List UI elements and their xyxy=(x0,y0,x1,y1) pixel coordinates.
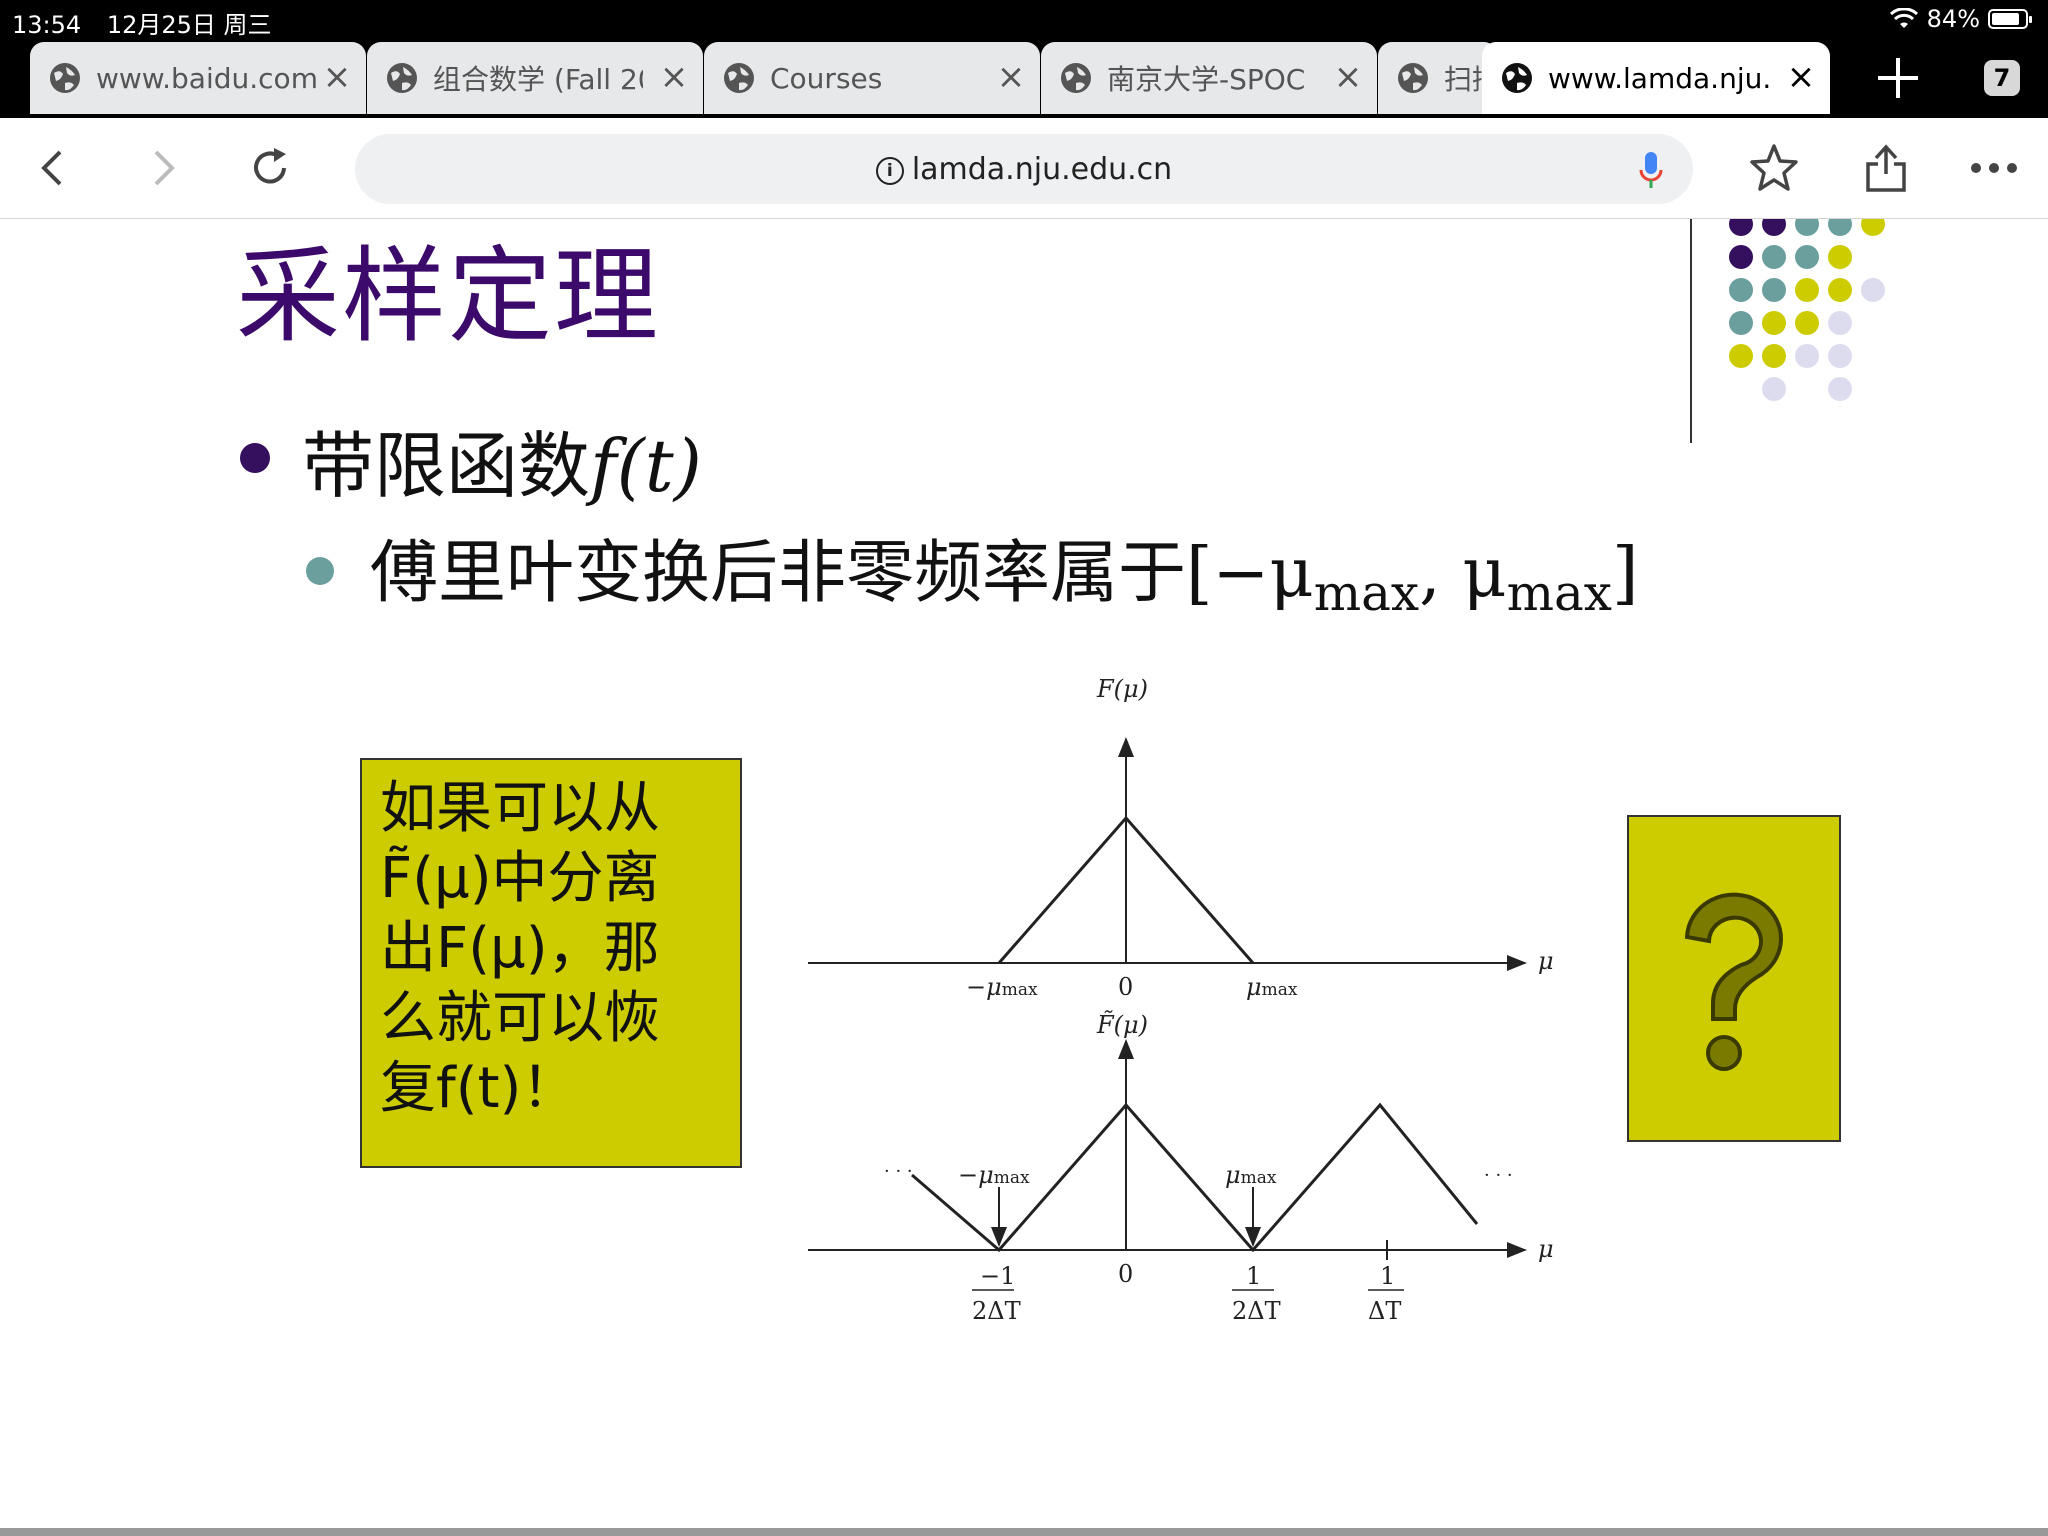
tick-neg-num: −1 xyxy=(980,1262,1015,1290)
close-icon[interactable]: × xyxy=(322,60,352,94)
box-line: 如果可以从 xyxy=(380,776,660,841)
tick-dT-num: 1 xyxy=(1380,1262,1395,1290)
bullet-dot xyxy=(240,443,270,473)
reload-icon[interactable] xyxy=(244,142,296,194)
tab-label: 南京大学-SPOC xyxy=(1107,63,1306,96)
globe-icon xyxy=(1061,63,1091,93)
close-icon[interactable]: × xyxy=(1333,60,1363,94)
box-line: 出F(μ)，那 xyxy=(380,916,660,981)
time-text: 13:54 xyxy=(12,11,82,39)
status-bar: 13:54 12月25日 周三 84% xyxy=(0,0,2048,40)
box-line: F̃(μ)中分离 xyxy=(380,846,660,911)
globe-icon xyxy=(1398,63,1428,93)
bookmark-star-icon[interactable] xyxy=(1748,142,1800,194)
fourier-spectrum-figure: F(μ) μ 0 −μmax μmax F̃(μ) μ 0 · · · · · … xyxy=(808,675,1554,1325)
forward-icon[interactable] xyxy=(136,142,188,194)
tick-pos-den: 2ΔT xyxy=(1232,1297,1281,1325)
bullet2-sub: max xyxy=(1313,564,1420,622)
tab-label: www.lamda.nju. xyxy=(1548,61,1770,95)
bottom-zero: 0 xyxy=(1118,1260,1133,1288)
tick-dT-den: ΔT xyxy=(1368,1297,1401,1325)
back-icon[interactable] xyxy=(28,142,80,194)
bullet-bandlimited: 带限函数f(t) xyxy=(302,407,702,512)
explanation-box: 如果可以从 F̃(μ)中分离 出F(μ)，那 么就可以恢 复f(t)！ xyxy=(360,758,742,1168)
top-pos-mumax: μmax xyxy=(1246,973,1298,1001)
top-y-label: F(μ) xyxy=(1096,675,1148,703)
info-icon[interactable]: i xyxy=(875,157,904,185)
bullet2-end: ] xyxy=(1611,534,1639,613)
slide-title: 采样定理 xyxy=(236,235,661,357)
bullet1-math: f(t) xyxy=(590,424,702,508)
question-box xyxy=(1627,815,1841,1142)
tick-pos-num: 1 xyxy=(1246,1262,1261,1290)
microphone-icon[interactable] xyxy=(1639,150,1663,190)
tab-count-button[interactable]: 7 xyxy=(1984,60,2020,96)
top-labels: F(μ) μ 0 −μmax μmax xyxy=(966,675,1554,1001)
left-ellipsis: · · · xyxy=(884,1161,913,1182)
close-icon[interactable]: × xyxy=(1786,60,1816,94)
url-display: i lamda.nju.edu.cn xyxy=(355,152,1693,187)
battery-icon xyxy=(1988,9,2032,29)
globe-icon xyxy=(387,63,417,93)
bottom-labels: F̃(μ) μ 0 · · · · · · −μmax μmax −1 2ΔT … xyxy=(884,1011,1554,1325)
tab-spoc[interactable]: 南京大学-SPOC × xyxy=(1041,42,1377,114)
bottom-pos-mumax: μmax xyxy=(1225,1161,1277,1189)
bottom-axis-mu: μ xyxy=(1538,1235,1554,1263)
top-axis-mu: μ xyxy=(1538,947,1554,975)
globe-icon xyxy=(50,63,80,93)
top-zero: 0 xyxy=(1118,973,1133,1001)
new-tab-icon[interactable] xyxy=(1868,48,1928,108)
sub-bullet-dot xyxy=(306,557,334,585)
bullet2-mid: , μ xyxy=(1419,534,1507,613)
tab-combinatorics[interactable]: 组合数学 (Fall 20 × xyxy=(367,42,703,114)
more-icon[interactable] xyxy=(1968,142,2020,194)
tab-scan[interactable]: 扫描 xyxy=(1378,42,1498,114)
bottom-neg-mumax: −μmax xyxy=(958,1161,1030,1189)
bottom-y-label: F̃(μ) xyxy=(1096,1011,1148,1039)
title-divider xyxy=(1690,219,1692,443)
share-icon[interactable] xyxy=(1860,142,1912,194)
address-bar[interactable]: i lamda.nju.edu.cn xyxy=(355,134,1693,204)
status-time: 13:54 12月25日 周三 xyxy=(12,5,272,40)
tab-baidu[interactable]: www.baidu.com × xyxy=(30,42,366,114)
globe-icon xyxy=(1502,63,1532,93)
tick-neg-den: 2ΔT xyxy=(972,1297,1021,1325)
box-line: 复f(t)！ xyxy=(380,1056,578,1121)
bullet1-text: 带限函数 xyxy=(302,424,591,508)
browser-toolbar: i lamda.nju.edu.cn xyxy=(0,118,2048,219)
url-text: lamda.nju.edu.cn xyxy=(911,152,1173,187)
tab-bar: www.baidu.com × 组合数学 (Fall 20 × Courses … xyxy=(0,38,2048,118)
close-icon[interactable]: × xyxy=(996,60,1026,94)
bullet2-sub: max xyxy=(1506,564,1612,622)
tab-courses[interactable]: Courses × xyxy=(704,42,1040,114)
sub-bullet-frequency: 傅里叶变换后非零频率属于[−μmax, μmax] xyxy=(370,517,1639,622)
status-right: 84% xyxy=(1889,5,2032,33)
question-mark-icon xyxy=(1684,892,1783,1071)
date-text: 12月25日 周三 xyxy=(106,11,272,39)
tab-lamda[interactable]: www.lamda.nju. × xyxy=(1482,42,1830,114)
top-plot xyxy=(808,737,1527,971)
slide: 采样定理 带限函数f(t) 傅里叶变换后非零频率属于[−μmax, μmax] xyxy=(0,219,2048,1536)
wifi-icon xyxy=(1889,8,1918,28)
right-ellipsis: · · · xyxy=(1484,1165,1513,1186)
box-line: 么就可以恢 xyxy=(380,986,660,1051)
close-icon[interactable]: × xyxy=(659,60,689,94)
globe-icon xyxy=(724,63,754,93)
bottom-plot xyxy=(808,1039,1527,1291)
tab-label: 组合数学 (Fall 20 xyxy=(433,63,643,96)
top-neg-mumax: −μmax xyxy=(966,973,1038,1001)
bullet2-text: 傅里叶变换后非零频率属于[−μ xyxy=(370,534,1314,613)
battery-percent: 84% xyxy=(1926,5,1980,33)
bottom-edge xyxy=(0,1528,2048,1536)
